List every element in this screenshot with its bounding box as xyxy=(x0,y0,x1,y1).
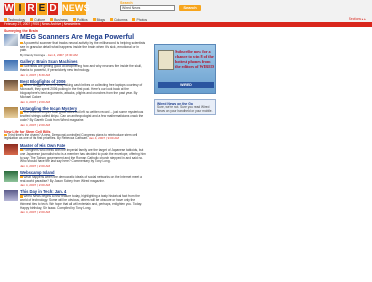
story-summary: Scientists are getting good at decipheri… xyxy=(20,64,142,72)
bullet-icon xyxy=(4,18,7,21)
story-text: The Andean empire built great cities but… xyxy=(20,110,146,122)
story-text: When bloggers weren't busy taking cash b… xyxy=(20,83,146,99)
story-thumbnail[interactable] xyxy=(4,144,18,156)
list-item: Untangling the Incan Mystery The Andean … xyxy=(4,106,146,127)
story-summary: When bloggers weren't busy taking cash b… xyxy=(20,83,143,99)
timestamp: Jan 4, 2007 | 2:00 AM xyxy=(20,122,51,127)
tab-photos[interactable]: Photos xyxy=(132,18,147,22)
story-thumbnail[interactable] xyxy=(4,60,18,72)
story-summary: What happens when the democratic ideals … xyxy=(20,174,142,183)
logo-letter: W xyxy=(4,3,14,15)
lead-story-meta: By Randy Dotinga · Jan 4, 2007 | 8:30 AM xyxy=(20,53,78,58)
story-summary: The Andean empire built great cities but… xyxy=(20,110,144,122)
story-thumbnail[interactable] xyxy=(4,106,18,118)
story-thumbnail[interactable] xyxy=(4,190,18,202)
story-thumbnail[interactable] xyxy=(4,171,18,183)
tab-label: Technology xyxy=(8,17,26,22)
tab-technology[interactable]: Technology xyxy=(4,18,25,22)
tab-label: Columns xyxy=(114,17,128,22)
bullet-icon xyxy=(30,18,34,21)
ad-image xyxy=(158,50,174,70)
ad-banner: WIRED xyxy=(158,82,214,88)
timestamp: Jan 4, 2007 | 2:00 AM xyxy=(20,210,51,215)
bullet-icon xyxy=(110,18,114,21)
tab-columns[interactable]: Columns xyxy=(110,18,127,22)
tab-label: Business xyxy=(54,17,68,22)
logo-letter: E xyxy=(37,3,47,15)
lead-thumbnail[interactable] xyxy=(4,34,18,46)
main-column: Surveying the Brain MEG Scanners Are Meg… xyxy=(4,29,146,214)
list-item: This Day in Tech: Jan. 4 Wired News begi… xyxy=(4,190,146,214)
tab-label: Politics xyxy=(76,17,88,22)
tab-politics[interactable]: Politics xyxy=(72,17,88,22)
bullet-icon xyxy=(132,18,136,21)
search-button[interactable]: Search xyxy=(179,5,201,11)
tab-blogs[interactable]: Blogs xyxy=(92,17,106,22)
logo-letter: I xyxy=(15,3,25,15)
timestamp: Jan 4, 2007 | 2:00 AM xyxy=(20,183,51,188)
timestamp: Jan 4, 2007 | 8:30 AM xyxy=(47,53,78,58)
list-item: Webscamp Island What happens when the de… xyxy=(4,171,146,187)
date-bar: February 27, 2007 | RSS | News Archive |… xyxy=(0,22,372,27)
logo-letter: R xyxy=(26,3,36,15)
author: By Randy Dotinga xyxy=(20,53,45,58)
bullet-icon xyxy=(50,18,54,21)
timestamp: Jan 4, 2007 | 8:30 AM xyxy=(20,72,51,77)
sub-story-text: Third time's the charm? A new, Democrat-… xyxy=(4,133,146,142)
list-item: Gallery: Brain Scan Machines Scientists … xyxy=(4,60,146,77)
wired-logo[interactable]: W I R E D xyxy=(4,3,59,16)
tab-culture[interactable]: Culture xyxy=(30,18,45,22)
tab-label: Photos xyxy=(136,17,148,22)
story-text: Wired News begins a new feature today, h… xyxy=(20,194,146,210)
tab-label: Blogs xyxy=(96,17,106,22)
search-input[interactable]: Wired News xyxy=(120,5,175,11)
story-text: What happens when the democratic ideals … xyxy=(20,174,146,184)
timestamp: Jan 4, 2007 | 2:00 AM xyxy=(20,99,51,104)
story-summary: Wired News begins a new feature today, h… xyxy=(20,194,143,210)
timestamp: Jan 4, 2007 | 9:00 AM xyxy=(88,136,119,141)
sections-link[interactable]: Sections ▸ ▸ xyxy=(349,17,366,21)
story-text: Foreigners who mess with the imperial fa… xyxy=(20,147,146,164)
story-text: Scientists are getting good at decipheri… xyxy=(20,64,146,73)
logo-letter: D xyxy=(48,3,58,15)
site-header: W I R E D NEWS Search Wired News Search … xyxy=(0,0,372,27)
list-item: Best Blogfights of 2006 When bloggers we… xyxy=(4,79,146,104)
lead-story-text: A powerful scanner that tracks neural ac… xyxy=(20,40,146,53)
lead-story: MEG Scanners Are Mega Powerful A powerfu… xyxy=(4,34,146,57)
list-item: Master of His Own Fate Foreigners who me… xyxy=(4,144,146,168)
tab-label: Culture xyxy=(34,17,46,22)
sidebar-ad[interactable]: Subscribe now for a chance to win 8 of t… xyxy=(154,44,216,94)
bullet-icon xyxy=(72,18,76,21)
tab-business[interactable]: Business xyxy=(50,18,68,22)
promo-text: Sure, we're not. Sure you read Wired New… xyxy=(157,105,213,113)
ad-text: Subscribe now for a chance to win 8 of t… xyxy=(175,49,215,69)
timestamp: Jan 4, 2007 | 2:00 AM xyxy=(20,164,51,169)
story-thumbnail[interactable] xyxy=(4,79,18,91)
news-logo[interactable]: NEWS xyxy=(62,2,90,15)
lead-story-body: A powerful scanner that tracks neural ac… xyxy=(20,40,146,54)
bullet-icon xyxy=(92,18,96,21)
story-summary: Foreigners who mess with the imperial fa… xyxy=(20,147,146,164)
mobile-promo[interactable]: Wired News on the Go Sure, we're not. Su… xyxy=(154,99,216,115)
section-heading: Surveying the Brain xyxy=(4,29,38,33)
